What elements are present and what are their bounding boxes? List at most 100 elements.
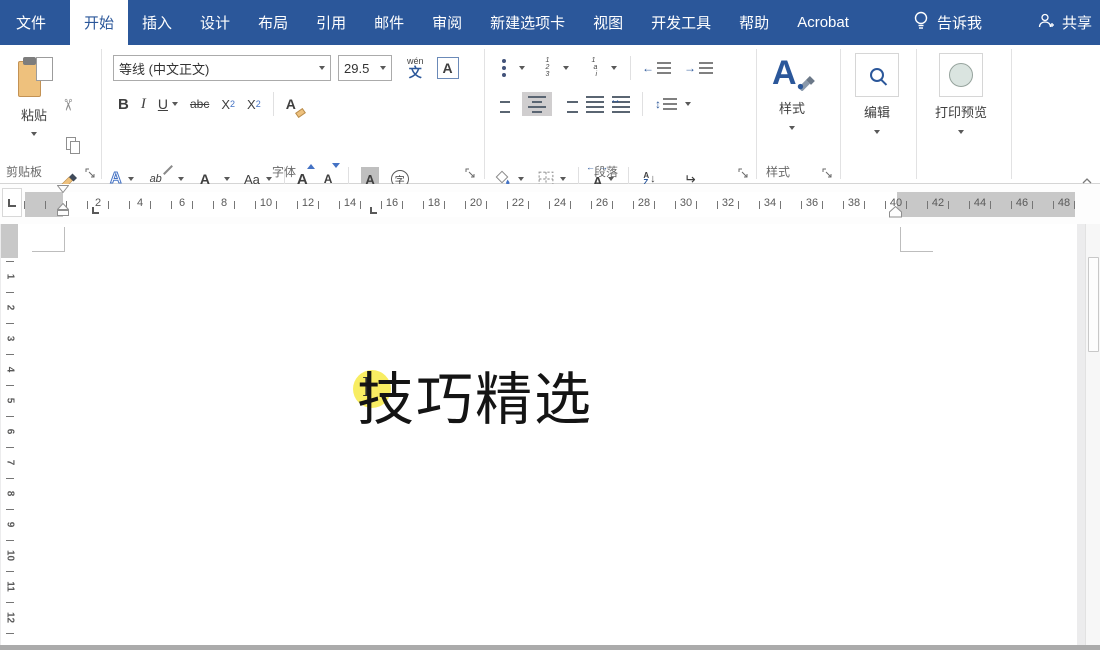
vertical-ruler[interactable]: 123456789101112	[1, 224, 18, 645]
distribute-button[interactable]: ↔	[612, 92, 630, 116]
h-ruler-number: 26	[594, 197, 610, 209]
decrease-indent-button[interactable]: ←	[642, 56, 671, 80]
tab-mailings[interactable]: 邮件	[360, 0, 418, 45]
scrollbar-thumb[interactable]	[1088, 257, 1099, 352]
h-ruler-number: 6	[174, 197, 190, 209]
font-size-combo[interactable]: 29.5	[338, 55, 392, 81]
text-effects-dropdown-arrow[interactable]	[128, 177, 134, 181]
phonetic-hanzi-text: 文	[409, 66, 422, 79]
styles-dialog-launcher[interactable]	[822, 167, 834, 179]
editing-dropdown-arrow[interactable]	[874, 130, 880, 134]
h-ruler-number: 12	[300, 197, 316, 209]
hanging-indent-marker[interactable]	[57, 203, 69, 217]
change-case-dropdown-arrow[interactable]	[266, 177, 272, 181]
tab-layout[interactable]: 布局	[244, 0, 302, 45]
styles-button[interactable]: A 样式	[772, 53, 812, 130]
vertical-scrollbar[interactable]	[1085, 224, 1100, 645]
line-spacing-button[interactable]: ↕	[655, 92, 677, 116]
h-ruler-number: 44	[972, 197, 988, 209]
h-ruler-tick	[444, 201, 445, 209]
numbering-dropdown-arrow[interactable]	[563, 66, 569, 70]
tab-references[interactable]: 引用	[302, 0, 360, 45]
tab-selector[interactable]	[2, 188, 22, 217]
font-size-dropdown-arrow[interactable]	[380, 66, 386, 70]
multilevel-dropdown-arrow[interactable]	[611, 66, 617, 70]
h-ruler-tick	[822, 201, 823, 209]
copy-icon[interactable]	[66, 137, 82, 154]
print-preview-dropdown-arrow[interactable]	[958, 130, 964, 134]
highlight-dropdown-arrow[interactable]	[178, 177, 184, 181]
v-ruler-number: 9	[5, 518, 16, 532]
h-ruler-number: 14	[342, 197, 358, 209]
styles-brush-icon	[796, 71, 816, 91]
right-indent-marker[interactable]	[889, 206, 902, 218]
font-name-dropdown-arrow[interactable]	[319, 66, 325, 70]
align-right-button[interactable]	[560, 92, 578, 116]
paste-clipboard-icon	[18, 57, 50, 99]
print-preview-button[interactable]: 打印预览	[935, 53, 987, 134]
tab-file[interactable]: 文件	[0, 0, 62, 45]
increase-indent-button[interactable]: →	[684, 56, 713, 80]
collapse-ribbon-icon[interactable]	[1082, 172, 1092, 179]
strikethrough-button[interactable]: abc	[190, 92, 209, 116]
bullets-dropdown-arrow[interactable]	[519, 66, 525, 70]
justify-button[interactable]	[586, 92, 604, 116]
tab-help[interactable]: 帮助	[725, 0, 783, 45]
align-center-button[interactable]	[522, 92, 552, 116]
tell-me-button[interactable]: 告诉我	[913, 11, 982, 35]
v-ruler-tick	[6, 633, 14, 634]
tab-design[interactable]: 设计	[186, 0, 244, 45]
eraser-icon	[295, 108, 306, 118]
tab-stop-marker-2[interactable]	[370, 207, 377, 214]
borders-dropdown-arrow[interactable]	[560, 177, 566, 181]
line-spacing-dropdown-arrow[interactable]	[685, 102, 691, 106]
tab-insert[interactable]: 插入	[128, 0, 186, 45]
tab-home[interactable]: 开始	[70, 0, 128, 45]
h-ruler-number: 38	[846, 197, 862, 209]
character-border-glyph: A	[442, 60, 452, 76]
styles-dropdown-arrow[interactable]	[789, 126, 795, 130]
tab-view[interactable]: 视图	[579, 0, 637, 45]
print-preview-circle-icon	[949, 63, 973, 87]
underline-button[interactable]: U	[158, 92, 168, 116]
h-ruler-tick	[1074, 201, 1075, 209]
numbering-button[interactable]: 1 2 3	[540, 56, 558, 80]
tab-new-tab[interactable]: 新建选项卡	[476, 0, 579, 45]
bold-button[interactable]: B	[118, 92, 129, 116]
font-name-combo[interactable]: 等线 (中文正文)	[113, 55, 331, 81]
tab-stop-marker[interactable]	[92, 207, 99, 214]
v-ruler-tick	[6, 354, 14, 355]
font-dialog-launcher[interactable]	[465, 167, 477, 179]
shading-dropdown-arrow[interactable]	[518, 177, 524, 181]
h-ruler-tick	[927, 201, 928, 209]
subscript-button[interactable]: X2	[221, 92, 235, 116]
cut-icon[interactable]: ✂	[59, 98, 75, 111]
share-button[interactable]: 共享	[1037, 12, 1092, 34]
font-color-dropdown-arrow[interactable]	[224, 177, 230, 181]
clear-formatting-button[interactable]: A	[286, 92, 296, 116]
paste-dropdown-arrow[interactable]	[31, 132, 37, 136]
tab-review[interactable]: 审阅	[418, 0, 476, 45]
paste-button[interactable]: 粘贴	[8, 55, 60, 175]
paragraph-dialog-launcher[interactable]	[738, 167, 750, 179]
align-left-button[interactable]	[496, 92, 514, 116]
h-ruler-number: 32	[720, 197, 736, 209]
styles-button-label: 样式	[779, 98, 805, 117]
tab-acrobat[interactable]: Acrobat	[783, 0, 863, 45]
underline-dropdown-arrow[interactable]	[172, 102, 178, 106]
document-title-text[interactable]: 技巧精选	[357, 354, 593, 436]
multilevel-list-button[interactable]: 1 a i	[584, 56, 606, 80]
editing-button[interactable]: 编辑	[855, 53, 899, 134]
phonetic-guide-button[interactable]: wén 文	[407, 56, 424, 80]
document-page[interactable]: I 技巧精选	[18, 224, 1077, 645]
bullets-button[interactable]	[496, 56, 514, 80]
italic-button[interactable]: I	[141, 92, 146, 116]
h-ruler-tick	[297, 201, 298, 209]
clipboard-dialog-launcher[interactable]	[85, 167, 97, 179]
first-line-indent-marker[interactable]	[57, 185, 69, 193]
superscript-button[interactable]: X2	[247, 92, 261, 116]
character-border-button[interactable]: A	[437, 57, 459, 79]
h-ruler-number: 16	[384, 197, 400, 209]
horizontal-ruler[interactable]: 2468101214161820222426283032343638404244…	[25, 192, 1075, 217]
tab-developer[interactable]: 开发工具	[637, 0, 725, 45]
